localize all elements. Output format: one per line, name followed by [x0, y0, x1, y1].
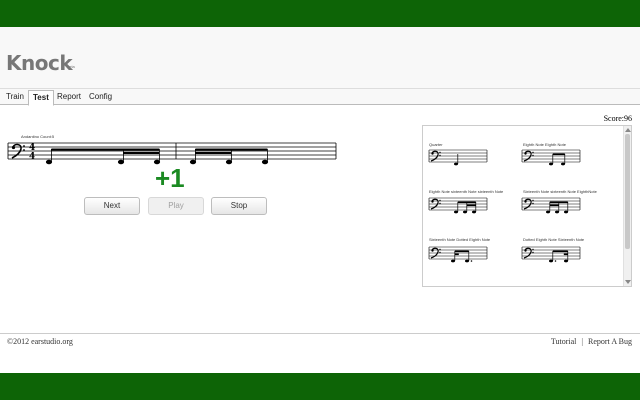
time-signature-bottom: 4	[29, 152, 35, 162]
rhythm-sixteenth-dotted-eighth	[428, 246, 488, 263]
scroll-down-icon[interactable]	[625, 280, 631, 284]
footer-links: Tutorial | Report A Bug	[551, 337, 632, 346]
scroll-thumb[interactable]	[625, 134, 630, 249]
report-bug-link[interactable]: Report A Bug	[588, 337, 632, 346]
tutorial-link[interactable]: Tutorial	[551, 337, 577, 346]
rhythm-eighth-eighth	[521, 149, 581, 166]
tab-config[interactable]: Config	[85, 90, 116, 106]
scroll-up-icon[interactable]	[625, 128, 631, 132]
feedback-indicator: +1	[155, 163, 185, 193]
rhythm-staff-grid	[428, 149, 581, 263]
rhythm-sixteenth-sixteenth-eighth	[521, 197, 581, 214]
tab-train[interactable]: Train	[2, 90, 28, 106]
top-green-bar	[0, 0, 640, 27]
rhythm-quarter	[428, 149, 488, 166]
tab-test[interactable]: Test	[28, 90, 54, 106]
stop-button[interactable]: Stop	[211, 197, 267, 215]
footer-copyright: ©2012 earstudio.org	[7, 337, 73, 346]
header	[0, 27, 640, 88]
rhythm-reference-panel[interactable]: Quarter Eighth Note Eighth Note Eighth N…	[422, 125, 632, 287]
app-logo[interactable]: Knock	[6, 51, 73, 75]
rhythm-eighth-sixteenth-sixteenth	[428, 197, 488, 214]
tab-bar: Train Test Report Config	[0, 88, 640, 106]
footer-divider	[0, 333, 640, 334]
panel-scrollbar[interactable]	[623, 126, 631, 286]
play-button[interactable]: Play	[148, 197, 204, 215]
score-display: Score:96	[603, 114, 632, 123]
bottom-green-bar	[0, 373, 640, 400]
next-button[interactable]: Next	[84, 197, 140, 215]
tab-report[interactable]: Report	[53, 90, 85, 106]
rhythm-dotted-eighth-sixteenth	[521, 246, 581, 263]
beta-badge: beta	[67, 64, 75, 69]
footer-separator: |	[581, 337, 583, 346]
